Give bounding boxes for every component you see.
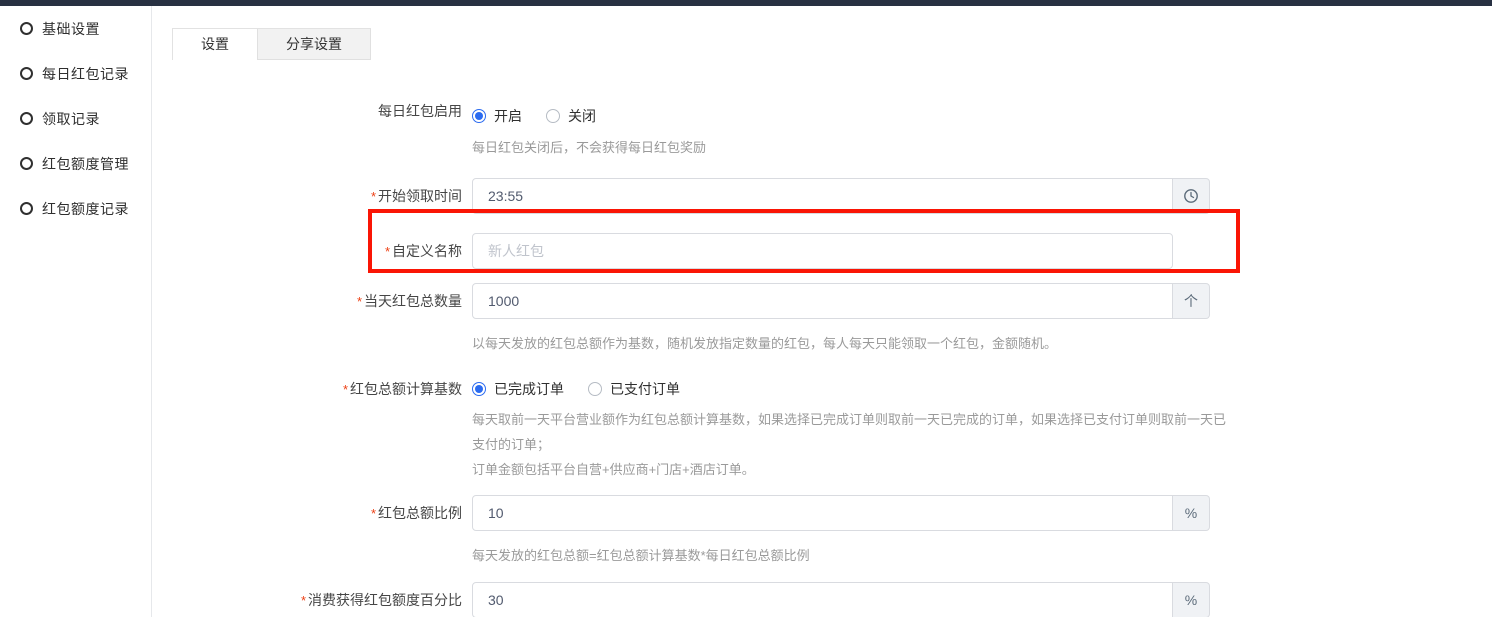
sidebar-item-daily-redpacket-records[interactable]: 每日红包记录 [0,51,151,96]
help-text: 每天发放的红包总额=红包总额计算基数*每日红包总额比例 [472,543,1237,568]
circle-icon [20,202,33,215]
field-label: *自定义名称 [152,233,472,270]
radio-enable-on[interactable]: 开启 [472,106,522,126]
form-row-start-time: *开始领取时间 [152,178,1492,215]
tab-bar: 设置 分享设置 [172,28,371,60]
radio-checked-icon[interactable] [472,109,486,123]
radio-unchecked-icon[interactable] [546,109,560,123]
tab-settings[interactable]: 设置 [172,29,257,60]
sidebar-item-quota-records[interactable]: 红包额度记录 [0,186,151,231]
field-label: *当天红包总数量 [152,283,472,356]
radio-checked-icon[interactable] [472,382,486,396]
form-row-enable: 每日红包启用 开启 关闭 每日红包关闭后，不会获得每日红包奖励 [152,101,1492,160]
radio-paid-orders[interactable]: 已支付订单 [588,379,680,399]
circle-icon [20,112,33,125]
circle-icon [20,22,33,35]
sidebar-item-quota-management[interactable]: 红包额度管理 [0,141,151,186]
sidebar-item-basic-settings[interactable]: 基础设置 [0,6,151,51]
sidebar: 基础设置 每日红包记录 领取记录 红包额度管理 红包额度记录 [0,6,152,617]
form-row-calc-base: *红包总额计算基数 已完成订单 已支付订单 每天取前一天平台营业额作为红包总额计 [152,379,1492,482]
daily-count-input[interactable] [472,283,1173,319]
percent-append: % [1173,582,1210,617]
sidebar-item-claim-records[interactable]: 领取记录 [0,96,151,141]
sidebar-item-label: 红包额度记录 [42,199,129,219]
custom-name-input[interactable] [472,233,1173,269]
percent-append: % [1173,495,1210,531]
radio-completed-orders[interactable]: 已完成订单 [472,379,564,399]
circle-icon [20,157,33,170]
help-text: 以每天发放的红包总额作为基数，随机发放指定数量的红包，每人每天只能领取一个红包，… [472,331,1237,356]
form-row-custom-name: *自定义名称 [152,233,1492,270]
clock-icon[interactable] [1173,178,1210,214]
form-row-consume-percent: *消费获得红包额度百分比 % 红包总额度：用户累计领取的红包金额不能大于红包总额… [152,582,1492,617]
circle-icon [20,67,33,80]
total-ratio-input[interactable] [472,495,1173,531]
tab-share-settings[interactable]: 分享设置 [257,29,371,60]
radio-unchecked-icon[interactable] [588,382,602,396]
sidebar-item-label: 领取记录 [42,109,100,129]
main-content: 设置 分享设置 每日红包启用 开启 关闭 [152,6,1492,617]
help-text: 每天取前一天平台营业额作为红包总额计算基数，如果选择已完成订单则取前一天已完成的… [472,407,1237,457]
form-row-total-ratio: *红包总额比例 % 每天发放的红包总额=红包总额计算基数*每日红包总额比例 [152,495,1492,568]
field-label: *开始领取时间 [152,178,472,215]
form-row-daily-count: *当天红包总数量 个 以每天发放的红包总额作为基数，随机发放指定数量的红包，每人… [152,283,1492,356]
settings-form: 每日红包启用 开启 关闭 每日红包关闭后，不会获得每日红包奖励 [152,101,1492,617]
consume-percent-input[interactable] [472,582,1173,617]
help-text: 订单金额包括平台自营+供应商+门店+酒店订单。 [472,457,1237,482]
page-container: 基础设置 每日红包记录 领取记录 红包额度管理 红包额度记录 设置 分享设置 [0,6,1492,617]
field-label: 每日红包启用 [152,101,472,160]
help-text: 每日红包关闭后，不会获得每日红包奖励 [472,135,1237,160]
unit-ge-append: 个 [1173,283,1210,319]
field-label: *消费获得红包额度百分比 [152,582,472,617]
sidebar-item-label: 每日红包记录 [42,64,129,84]
field-label: *红包总额计算基数 [152,379,472,482]
radio-enable-off[interactable]: 关闭 [546,106,596,126]
sidebar-item-label: 基础设置 [42,19,100,39]
sidebar-item-label: 红包额度管理 [42,154,129,174]
start-time-input[interactable] [472,178,1173,214]
field-label: *红包总额比例 [152,495,472,568]
